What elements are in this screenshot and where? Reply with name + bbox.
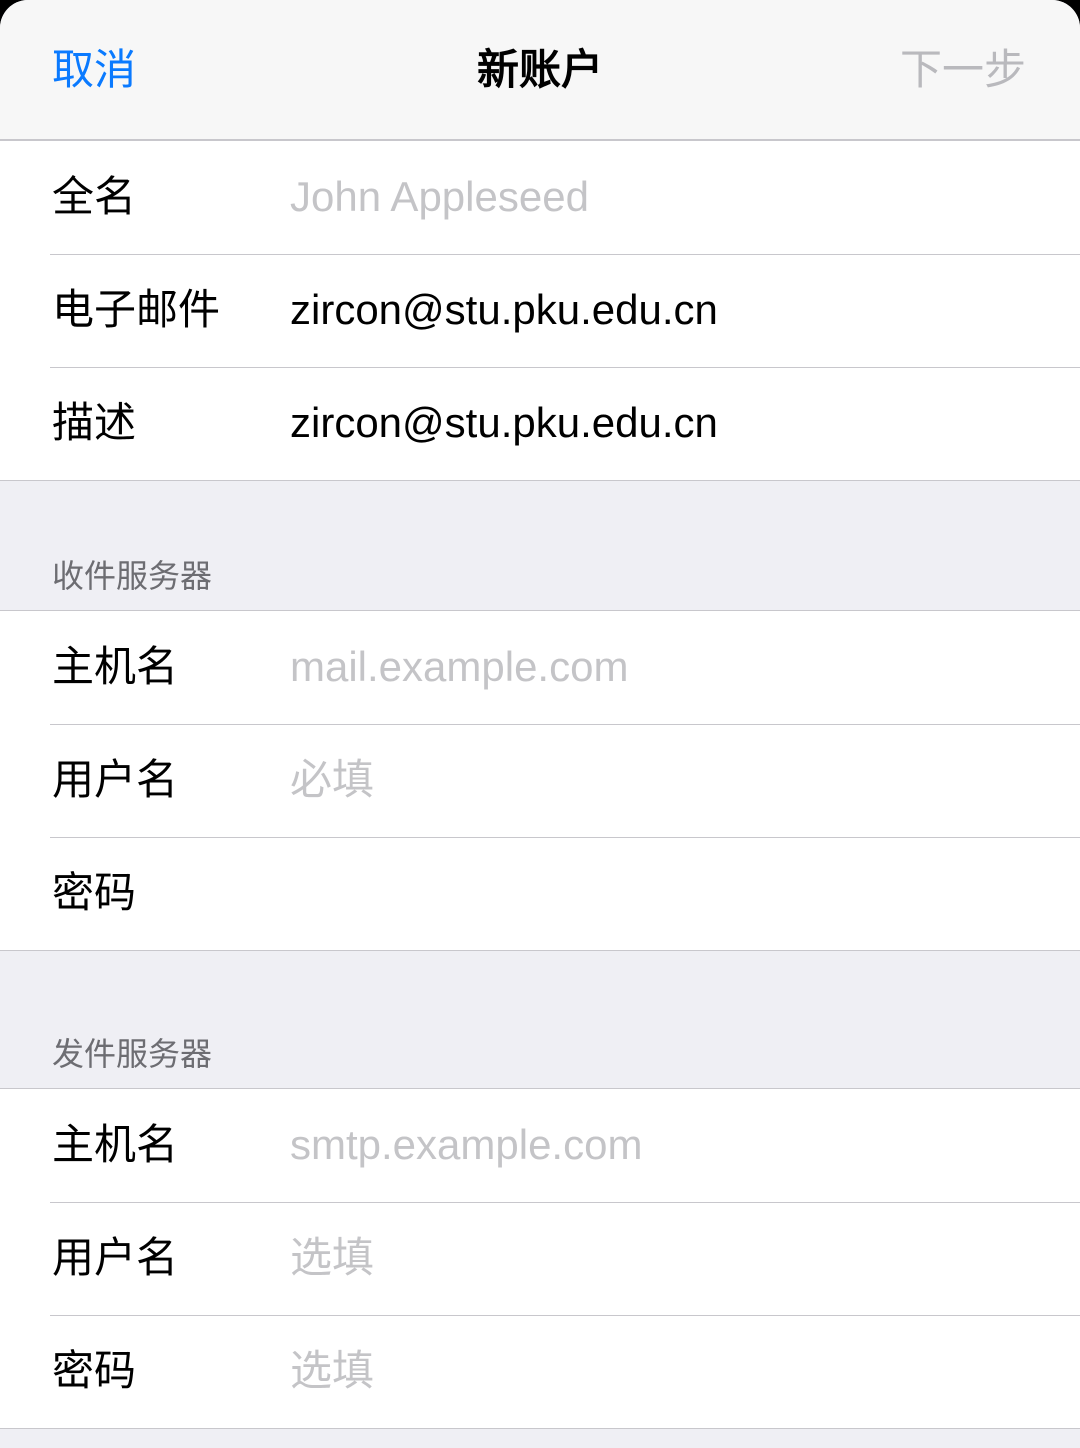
outgoing-username-field[interactable]: [290, 1230, 1040, 1286]
incoming-password-label: 密码: [52, 868, 137, 917]
incoming-server-header: 收件服务器: [52, 557, 213, 595]
email-field[interactable]: [290, 282, 1040, 338]
description-label: 描述: [52, 398, 137, 447]
outgoing-username-row: 用户名: [0, 1202, 1080, 1315]
outgoing-password-label: 密码: [52, 1346, 137, 1395]
outgoing-username-label: 用户名: [52, 1233, 179, 1282]
outgoing-hostname-label: 主机名: [52, 1120, 179, 1169]
description-row: 描述: [0, 367, 1080, 480]
account-info-group: 全名 电子邮件 描述: [0, 140, 1080, 481]
next-button[interactable]: 下一步: [900, 44, 1026, 96]
email-label: 电子邮件: [52, 285, 221, 334]
new-account-sheet: 取消 新账户 下一步 全名 电子邮件 描述 收件服务器 主机名 用户名 密码: [0, 0, 1080, 1448]
fullname-field[interactable]: [290, 169, 1040, 225]
outgoing-server-group: 主机名 用户名 密码: [0, 1088, 1080, 1429]
fullname-row: 全名: [0, 141, 1080, 254]
outgoing-password-field[interactable]: [290, 1343, 1040, 1399]
description-field[interactable]: [290, 395, 1040, 451]
incoming-server-group: 主机名 用户名 密码: [0, 610, 1080, 951]
incoming-password-field[interactable]: [290, 865, 1040, 921]
incoming-hostname-field[interactable]: [290, 639, 1040, 695]
incoming-username-label: 用户名: [52, 755, 179, 804]
incoming-hostname-label: 主机名: [52, 642, 179, 691]
outgoing-server-header: 发件服务器: [52, 1035, 213, 1073]
incoming-username-field[interactable]: [290, 752, 1040, 808]
incoming-hostname-row: 主机名: [0, 611, 1080, 724]
fullname-label: 全名: [52, 172, 137, 221]
outgoing-hostname-field[interactable]: [290, 1117, 1040, 1173]
outgoing-password-row: 密码: [0, 1315, 1080, 1428]
email-row: 电子邮件: [0, 254, 1080, 367]
incoming-password-row: 密码: [0, 837, 1080, 950]
incoming-username-row: 用户名: [0, 724, 1080, 837]
outgoing-hostname-row: 主机名: [0, 1089, 1080, 1202]
navigation-bar: 取消 新账户 下一步: [0, 0, 1080, 140]
